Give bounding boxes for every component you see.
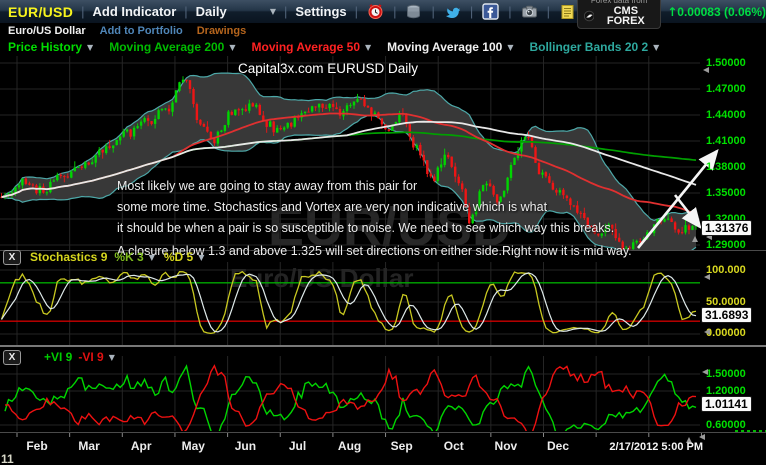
alarm-icon[interactable] (366, 3, 385, 21)
month-label: May (182, 439, 205, 453)
stochastics-header: Stochastics 9 %K 3 ▼ %D 5 ▼ (30, 250, 204, 264)
tab-label: Moving Average 200 (109, 40, 224, 54)
symbol-label[interactable]: EUR/USD (8, 4, 73, 20)
month-label: Jul (289, 439, 306, 453)
top-toolbar: EUR/USD | Add Indicator | Daily ▼ | Sett… (0, 0, 766, 24)
axis-marker-icons (686, 67, 712, 443)
month-label: Feb (26, 439, 47, 453)
price-change-ticker: ↑0.00083 (0.06%) (667, 5, 766, 19)
vortex-plus-label[interactable]: +VI 9 (44, 350, 72, 364)
month-label: Mar (78, 439, 99, 453)
timeframe-value: Daily (196, 4, 227, 19)
chevron-down-icon: ▼ (653, 43, 659, 52)
tab-label: Moving Average 50 (252, 40, 360, 54)
settings-button[interactable]: Settings (295, 4, 346, 19)
month-label: Dec (547, 439, 569, 453)
month-label: Oct (444, 439, 464, 453)
stochastics-name[interactable]: Stochastics 9 (30, 250, 107, 264)
chevron-down-icon[interactable]: ▼ (109, 353, 115, 362)
analyst-note-line3: it should be when a pair is so susceptib… (117, 218, 614, 240)
add-to-portfolio-link[interactable]: Add to Portfolio (100, 25, 183, 37)
tab-bollinger-bands-20-2[interactable]: Bollinger Bands 20 2 ▼ (529, 40, 659, 54)
toolbar-divider: | (508, 4, 511, 19)
last-price-box: 1.31376 (701, 220, 752, 236)
close-vortex-button[interactable]: X (3, 350, 21, 365)
price-tick-label: 1.41000 (706, 135, 746, 147)
cursor-datetime: 2/17/2012 5:00 PM (609, 441, 703, 453)
toolbar-divider: | (431, 4, 434, 19)
tab-label: Bollinger Bands 20 2 (529, 40, 648, 54)
chart-title: Capital3x.com EURUSD Daily (238, 61, 418, 76)
stochastics-k-setting[interactable]: %K 3 (114, 250, 143, 264)
toolbar-divider: | (284, 4, 287, 19)
toolbar-divider: | (470, 4, 473, 19)
tab-price-history[interactable]: Price History ▼ (8, 40, 93, 54)
tab-label: Moving Average 100 (387, 40, 502, 54)
snapshot-camera-icon[interactable] (520, 3, 539, 21)
chevron-down-icon[interactable]: ▼ (149, 253, 155, 262)
chevron-down-icon: ▼ (229, 43, 235, 52)
instrument-name: Euro/US Dollar (8, 25, 86, 37)
price-tick-label: 1.38000 (706, 161, 746, 173)
stochastics-d-setting[interactable]: %D 5 (164, 250, 193, 264)
chevron-down-icon: ▼ (507, 43, 513, 52)
analyst-note-line1: Most likely we are going to stay away fr… (117, 176, 417, 198)
drawings-menu[interactable]: Drawings (197, 25, 247, 37)
month-label: Sep (391, 439, 413, 453)
history-database-icon[interactable] (404, 3, 423, 21)
vortex-minus-line (5, 366, 696, 436)
instrument-bar: Euro/US Dollar Add to Portfolio Drawings (0, 24, 766, 38)
vortex-value-box: 1.01141 (701, 396, 752, 412)
up-arrow-icon: ↑ (667, 5, 677, 19)
price-tick-label: 1.44000 (706, 109, 746, 121)
vortex-minus-label[interactable]: -VI 9 (78, 350, 103, 364)
tab-moving-average-100[interactable]: Moving Average 100 ▼ (387, 40, 513, 54)
analyst-note-line2: some more time. Stochastics and Vortex a… (117, 197, 547, 219)
toolbar-divider: | (81, 4, 84, 19)
year-label-partial: 11 (1, 452, 14, 465)
trading-app-window: EUR/USD Euro/US Dollar EUR/USD | Add Ind… (0, 0, 766, 465)
chevron-down-icon: ▼ (87, 43, 93, 52)
notes-icon[interactable] (558, 3, 577, 21)
month-label: Apr (131, 439, 152, 453)
price-change-value: 0.00083 (0.06%) (677, 5, 766, 19)
data-source-brand: CMS FOREX (597, 6, 654, 26)
add-indicator-button[interactable]: Add Indicator (93, 4, 177, 19)
stoch-k-line (2, 272, 697, 334)
chevron-down-icon: ▼ (270, 7, 276, 16)
tab-moving-average-50[interactable]: Moving Average 50 ▼ (252, 40, 372, 54)
stoch-value-box: 31.6893 (701, 307, 752, 323)
month-label: Nov (495, 439, 518, 453)
close-stochastics-button[interactable]: X (3, 250, 21, 265)
twitter-icon[interactable] (443, 3, 462, 21)
price-tick-label: 1.47000 (706, 83, 746, 95)
price-tick-label: 1.35000 (706, 187, 746, 199)
toolbar-divider: | (393, 4, 396, 19)
tab-label: Price History (8, 40, 82, 54)
price-tick-label: 1.50000 (706, 57, 746, 69)
toolbar-divider: | (355, 4, 358, 19)
chevron-down-icon: ▼ (365, 43, 371, 52)
tab-moving-average-200[interactable]: Moving Average 200 ▼ (109, 40, 235, 54)
facebook-icon[interactable] (481, 3, 500, 21)
vortex-header: +VI 9 -VI 9 ▼ (44, 350, 115, 364)
toolbar-divider: | (184, 4, 187, 19)
timeframe-dropdown[interactable]: Daily ▼ (196, 4, 276, 19)
time-axis-ticks (17, 433, 701, 437)
toolbar-divider: | (547, 4, 550, 19)
month-label: Aug (338, 439, 361, 453)
chevron-down-icon[interactable]: ▼ (198, 253, 204, 262)
month-label: Jun (235, 439, 256, 453)
cms-forex-logo-icon (584, 10, 594, 22)
indicator-tabs-row: Price History▼Moving Average 200▼Moving … (0, 38, 766, 56)
price-tick-label: 1.29000 (706, 239, 746, 251)
